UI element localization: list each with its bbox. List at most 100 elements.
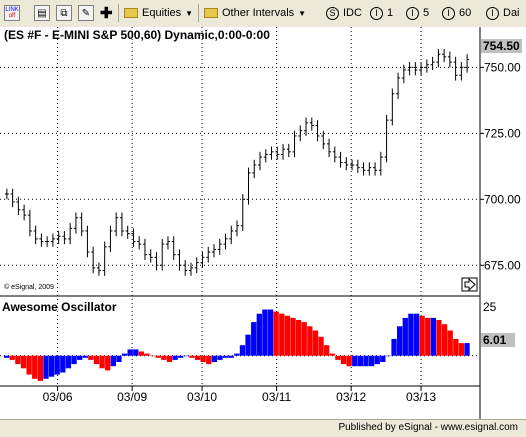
interval-daily-button[interactable]: I Dai: [486, 4, 520, 22]
oscillator-bar: [318, 336, 324, 356]
oscillator-bar: [166, 355, 173, 362]
folder-icon: [124, 8, 138, 18]
interval-60-label: 60: [459, 7, 472, 19]
plus-icon: ✚: [100, 5, 113, 22]
oscillator-bar: [408, 313, 414, 356]
oscillator-bar: [206, 355, 212, 365]
footer-label: Published by eSignal - www.esignal.com: [338, 422, 518, 433]
chart-title: (ES #F - E-MINI S&P 500,60) Dynamic,0:00…: [4, 28, 270, 42]
oscillator-last-value: 6.01: [483, 333, 507, 347]
oscillator-bar: [211, 355, 218, 362]
scroll-right-button[interactable]: [461, 277, 478, 292]
add-button[interactable]: ✚: [100, 4, 113, 22]
oscillator-bar: [453, 338, 459, 356]
oscillator-bar: [121, 353, 128, 356]
oscillator-bar: [76, 355, 83, 360]
footer-bar: Published by eSignal - www.esignal.com: [0, 419, 526, 437]
other-intervals-dropdown[interactable]: Other Intervals ▼: [204, 4, 306, 22]
oscillator-bar: [267, 309, 274, 356]
properties-icon: ✎: [78, 5, 94, 21]
oscillator-bar: [397, 326, 403, 356]
oscillator-bar: [312, 330, 319, 356]
oscillator-bar: [256, 313, 262, 356]
properties-button[interactable]: ✎: [78, 4, 94, 22]
oscillator-bar: [284, 315, 291, 356]
interval-1-label: 1: [387, 7, 394, 19]
new-chart-icon: ▤: [34, 5, 50, 21]
interval-1-button[interactable]: I 1: [370, 4, 393, 22]
oscillator-bar: [279, 313, 285, 356]
oscillator-bar: [352, 355, 358, 367]
oscillator-bar: [368, 355, 375, 367]
oscillator-bar: [110, 355, 116, 367]
chart-background: [0, 27, 526, 419]
oscillator-last-badge: 6.01: [481, 333, 515, 347]
interval-idc-label: IDC: [343, 7, 362, 19]
oscillator-bar: [99, 355, 105, 369]
oscillator-bar: [436, 320, 442, 356]
oscillator-bar: [324, 345, 330, 356]
oscillator-bar: [65, 355, 72, 369]
dropdown-arrow-icon: ▼: [298, 8, 307, 18]
date-label: 03/13: [406, 390, 436, 404]
oscillator-bar: [194, 355, 201, 360]
oscillator-bar: [105, 355, 111, 371]
interval-5-icon: I: [406, 6, 419, 20]
oscillator-bar: [391, 338, 397, 356]
price-chart[interactable]: (ES #F - E-MINI S&P 500,60) Dynamic,0:00…: [0, 27, 526, 419]
oscillator-bar: [116, 355, 122, 362]
oscillator-bar: [346, 355, 352, 367]
interval-idc-icon: S: [326, 6, 339, 20]
dropdown-arrow-icon: ▼: [185, 8, 194, 18]
price-tick-label: 725.00: [484, 126, 521, 140]
date-label: 03/09: [117, 390, 147, 404]
oscillator-bar: [329, 353, 335, 356]
oscillator-bar: [340, 355, 347, 365]
interval-5-label: 5: [423, 7, 430, 19]
oscillator-bar: [32, 355, 38, 379]
interval-daily-label: Dai: [503, 7, 520, 19]
oscillator-bar: [357, 355, 364, 367]
oscillator-bar: [93, 355, 100, 365]
oscillator-bar: [138, 351, 145, 356]
link-sub-label: off: [8, 13, 16, 19]
interval-daily-icon: I: [486, 6, 499, 20]
interval-idc-button[interactable]: S IDC: [326, 4, 362, 22]
oscillator-bar: [217, 355, 223, 360]
oscillator-bar: [71, 355, 77, 365]
new-chart-button[interactable]: ▤: [34, 4, 50, 22]
oscillator-bar: [239, 345, 246, 356]
price-tick-label: 675.00: [484, 258, 521, 272]
date-label: 03/11: [262, 390, 291, 404]
link-button[interactable]: LINK off: [4, 4, 20, 22]
oscillator-bar: [82, 355, 88, 358]
last-price-badge: 754.50: [481, 39, 522, 53]
oscillator-bar: [335, 355, 341, 360]
oscillator-bar: [133, 349, 139, 356]
oscillator-bar: [380, 355, 386, 362]
oscillator-bar: [419, 315, 425, 356]
equities-label: Equities: [142, 7, 182, 19]
oscillator-bar: [127, 349, 133, 356]
toolbar-separator: [198, 4, 199, 22]
other-intervals-label: Other Intervals: [222, 7, 295, 19]
oscillator-bar: [374, 355, 380, 365]
equities-dropdown[interactable]: Equities ▼: [124, 4, 193, 22]
interval-60-icon: I: [442, 6, 455, 20]
oscillator-bar: [307, 326, 313, 356]
oscillator-bar: [144, 353, 150, 356]
interval-60-button[interactable]: I 60: [442, 4, 471, 22]
oscillator-bar: [228, 355, 234, 358]
oscillator-bar: [273, 311, 279, 356]
oscillator-bar: [245, 334, 251, 356]
price-tick-label: 700.00: [484, 192, 521, 206]
copy-chart-button[interactable]: ⧉: [56, 4, 72, 22]
toolbar: LINK off ▤ ⧉ ✎ ✚ Equities ▼ Other Interv…: [0, 0, 526, 28]
oscillator-bar: [9, 355, 15, 360]
interval-5-button[interactable]: I 5: [406, 4, 429, 22]
oscillator-bar: [15, 355, 21, 365]
oscillator-bar: [4, 355, 10, 358]
indicator-title: Awesome Oscillator: [2, 300, 117, 314]
oscillator-bar: [222, 355, 229, 358]
price-tick-label: 750.00: [484, 60, 521, 74]
